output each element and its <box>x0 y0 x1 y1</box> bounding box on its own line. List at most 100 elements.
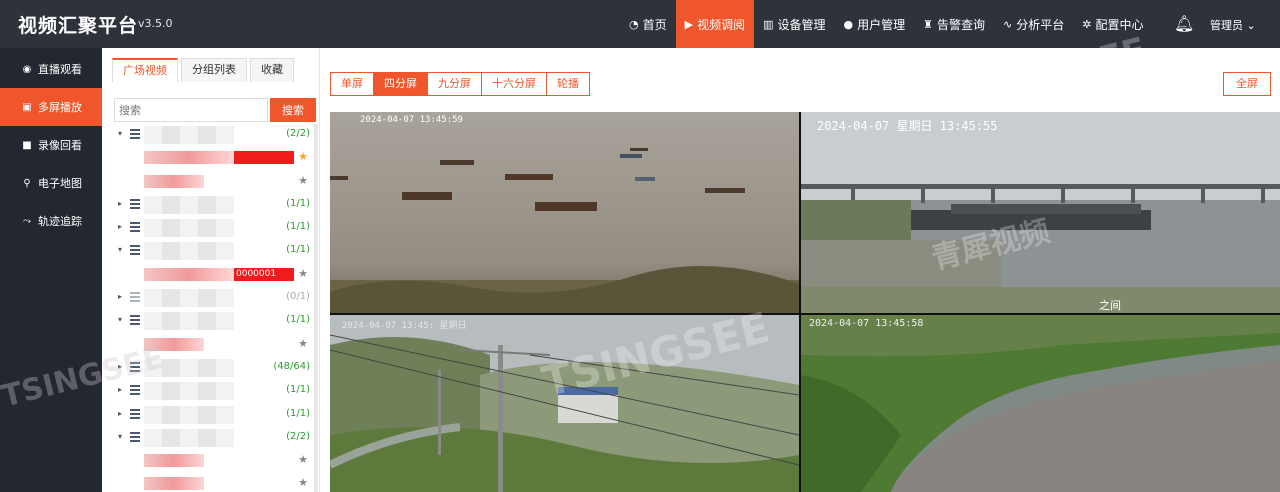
version-text: v3.5.0 <box>138 17 173 30</box>
sidebar-item-label: 轨迹追踪 <box>38 215 82 228</box>
tree-channel-row[interactable]: ★ <box>114 450 316 473</box>
nav-analysis[interactable]: ∿ 分析平台 <box>994 0 1073 48</box>
tree-group-row[interactable]: ▸ (1/1) <box>114 217 316 240</box>
star-icon[interactable]: ★ <box>298 174 308 187</box>
tree-group-row[interactable]: ▾ (2/2) <box>114 427 316 450</box>
tab-group-list[interactable]: 分组列表 <box>181 58 247 82</box>
channel-count: (1/1) <box>286 314 310 326</box>
redacted-name <box>144 358 234 377</box>
tree-group-row[interactable]: ▾ (1/1) <box>114 310 316 333</box>
record-icon: ■ <box>22 139 32 151</box>
tree-group-row[interactable]: ▸ (1/1) <box>114 380 316 403</box>
multiscreen-icon: ▣ <box>22 101 32 113</box>
star-icon[interactable]: ★ <box>298 476 308 489</box>
caret-down-icon[interactable]: ▾ <box>118 432 122 441</box>
video-grid: 2024-04-07 13:45:59 2024-04-07 星期日 13:45… <box>330 112 1280 492</box>
sidebar-item-map[interactable]: ⚲ 电子地图 <box>0 164 102 202</box>
video-caption: 之间 <box>1099 299 1121 312</box>
top-bar: 视频汇聚平台 v3.5.0 ◔ 首页 ▶ 视频调阅 ▥ 设备管理 ● 用户管理 ♜ 告警查… <box>0 0 1280 48</box>
nav-users[interactable]: ● 用户管理 <box>835 0 915 48</box>
star-icon[interactable]: ★ <box>298 267 308 280</box>
tree-group-row[interactable]: ▾ (2/2) <box>114 124 316 147</box>
tree-channel-row[interactable]: 0000001 ★ <box>114 264 316 287</box>
split-sixteen-button[interactable]: 十六分屏 <box>481 72 546 96</box>
video-timestamp: 2024-04-07 星期日 13:45:55 <box>817 119 998 133</box>
video-timestamp: 2024-04-07 13:45:59 <box>360 115 463 125</box>
caret-right-icon[interactable]: ▸ <box>118 199 122 208</box>
device-icon <box>130 292 140 303</box>
sidebar-item-live[interactable]: ◉ 直播观看 <box>0 50 102 88</box>
nav-home[interactable]: ◔ 首页 <box>620 0 676 48</box>
tree-channel-row[interactable]: ★ <box>114 147 316 170</box>
sidebar-item-playback[interactable]: ■ 录像回看 <box>0 126 102 164</box>
track-icon: ⤳ <box>23 215 31 227</box>
device-icon <box>130 222 140 233</box>
caret-right-icon[interactable]: ▸ <box>118 385 122 394</box>
tree-channel-row[interactable]: ★ <box>114 334 316 357</box>
caret-right-icon[interactable]: ▸ <box>118 292 122 301</box>
tree-group-row[interactable]: ▸ (0/1) <box>114 287 316 310</box>
redacted-name <box>144 405 234 424</box>
tree-scrollbar[interactable] <box>314 124 318 492</box>
carousel-button[interactable]: 轮播 <box>546 72 590 96</box>
search-button[interactable]: 搜索 <box>270 98 316 122</box>
fullscreen-button[interactable]: 全屏 <box>1223 72 1271 96</box>
tree-group-row[interactable]: ▸ (1/1) <box>114 194 316 217</box>
sidebar-item-multiscreen[interactable]: ▣ 多屏播放 <box>0 88 102 126</box>
redacted-name <box>144 382 234 401</box>
tree-channel-row[interactable]: ★ <box>114 473 316 492</box>
redacted-name <box>144 219 234 238</box>
split-nine-button[interactable]: 九分屏 <box>427 72 481 96</box>
caret-down-icon[interactable]: ▾ <box>118 129 122 138</box>
caret-right-icon[interactable]: ▸ <box>118 222 122 231</box>
device-icon <box>130 408 140 419</box>
redacted-name <box>144 126 234 144</box>
user-icon: ● <box>843 17 854 31</box>
redacted-name <box>144 151 234 165</box>
user-name: 管理员 <box>1210 19 1243 32</box>
tree-group-row[interactable]: ▸ (1/1) <box>114 404 316 427</box>
split-four-button[interactable]: 四分屏 <box>373 72 427 96</box>
panel-tabs: 广场视频 分组列表 收藏 <box>112 58 297 82</box>
tree-group-row[interactable]: ▾ (1/1) <box>114 240 316 263</box>
video-cell-3[interactable]: 2024-04-07 13:45: 星期日 <box>330 315 799 492</box>
tree-channel-row[interactable]: ★ <box>114 171 316 194</box>
star-icon[interactable]: ★ <box>298 337 308 350</box>
star-icon[interactable]: ★ <box>298 453 308 466</box>
bell-icon[interactable]: 🔔︎ <box>1174 14 1194 33</box>
app-title: 视频汇聚平台 <box>18 15 139 37</box>
tab-plaza-video[interactable]: 广场视频 <box>112 58 178 82</box>
caret-right-icon[interactable]: ▸ <box>118 362 122 371</box>
caret-down-icon[interactable]: ▾ <box>118 245 122 254</box>
device-icon <box>130 361 140 372</box>
redacted-name <box>144 242 234 261</box>
star-icon[interactable]: ★ <box>298 150 308 163</box>
video-cell-2[interactable]: 2024-04-07 星期日 13:45:55 之间 <box>801 112 1280 313</box>
main-nav: ◔ 首页 ▶ 视频调阅 ▥ 设备管理 ● 用户管理 ♜ 告警查询 ∿ 分析平台 ✲ 配置中心 <box>620 0 1153 48</box>
video-cell-1[interactable]: 2024-04-07 13:45:59 <box>330 112 799 313</box>
redacted-name <box>144 454 204 468</box>
nav-video[interactable]: ▶ 视频调阅 <box>675 0 755 48</box>
nav-devices[interactable]: ▥ 设备管理 <box>754 0 834 48</box>
video-frame <box>801 315 1280 492</box>
device-icon <box>130 431 140 442</box>
channel-count: (1/1) <box>286 407 310 419</box>
redacted-name <box>144 174 204 188</box>
nav-alarms[interactable]: ♜ 告警查询 <box>914 0 994 48</box>
caret-right-icon[interactable]: ▸ <box>118 409 122 418</box>
user-menu[interactable]: 管理员 ⌄ <box>1210 17 1256 33</box>
sidebar-item-label: 电子地图 <box>38 177 82 190</box>
device-icon <box>130 198 140 209</box>
sidebar-item-track[interactable]: ⤳ 轨迹追踪 <box>0 202 102 240</box>
tab-favorites[interactable]: 收藏 <box>250 58 294 82</box>
video-cell-4[interactable]: 2024-04-07 13:45:58 <box>801 315 1280 492</box>
channel-count: (1/1) <box>286 197 310 209</box>
search-input[interactable] <box>114 98 268 122</box>
split-single-button[interactable]: 单屏 <box>330 72 373 96</box>
nav-label: 分析平台 <box>1016 17 1065 32</box>
search-bar: 搜索 <box>114 98 316 122</box>
tree-group-row[interactable]: ▸ (48/64) <box>114 357 316 380</box>
caret-down-icon[interactable]: ▾ <box>118 315 122 324</box>
nav-config[interactable]: ✲ 配置中心 <box>1073 0 1152 48</box>
channel-count: (0/1) <box>286 291 310 303</box>
